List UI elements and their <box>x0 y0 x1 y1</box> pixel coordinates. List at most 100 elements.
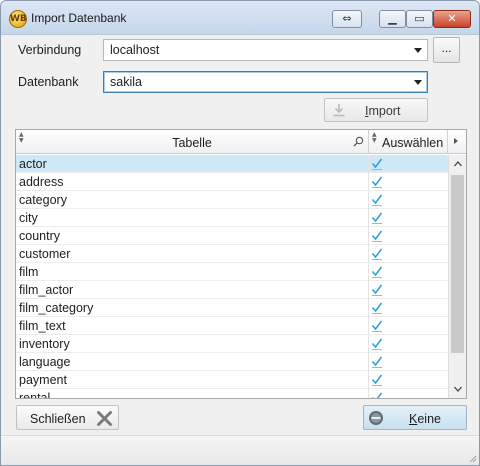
table-name-cell: film_category <box>19 301 94 315</box>
checkbox-check-icon[interactable] <box>371 373 383 386</box>
column-divider <box>368 173 369 191</box>
resize-grip-icon[interactable] <box>467 453 477 463</box>
column-divider <box>368 389 369 398</box>
table-row[interactable]: city <box>16 209 448 227</box>
column-divider <box>368 263 369 281</box>
select-none-label: Keine <box>409 412 441 426</box>
chevron-right-icon <box>454 138 458 144</box>
import-button-label: Import <box>365 104 401 118</box>
close-button[interactable]: Schließen <box>16 405 119 430</box>
column-divider <box>368 281 369 299</box>
connection-value: localhost <box>110 43 160 57</box>
table-row[interactable]: payment <box>16 371 448 389</box>
maximize-button[interactable]: ▭ <box>406 10 433 28</box>
database-select[interactable]: sakila <box>103 71 428 93</box>
table-name-cell: address <box>19 175 64 189</box>
title-bar[interactable]: WB Import Datenbank ⇔ ▁ ▭ ✕ <box>1 1 479 35</box>
close-icon <box>97 411 112 426</box>
column-header-table[interactable]: ▲ ▼ Tabelle <box>16 130 369 154</box>
column-divider <box>368 209 369 227</box>
column-header-select-label: Auswählen <box>382 136 444 150</box>
table-row[interactable]: inventory <box>16 335 448 353</box>
sync-window-button[interactable]: ⇔ <box>332 10 362 28</box>
sync-icon: ⇔ <box>342 12 352 25</box>
vertical-scrollbar[interactable] <box>448 155 466 398</box>
checkbox-check-icon[interactable] <box>371 265 383 278</box>
import-database-dialog: WB Import Datenbank ⇔ ▁ ▭ ✕ Verbindung l… <box>0 0 480 466</box>
database-label: Datenbank <box>18 75 79 89</box>
sort-icon: ▲ ▼ <box>372 131 377 144</box>
column-divider <box>368 353 369 371</box>
table-name-cell: film <box>19 265 39 279</box>
checkbox-check-icon[interactable] <box>371 211 383 224</box>
column-divider <box>368 335 369 353</box>
table-row[interactable]: country <box>16 227 448 245</box>
checkbox-check-icon[interactable] <box>371 247 383 260</box>
table-name-cell: actor <box>19 157 47 171</box>
table-row[interactable]: category <box>16 191 448 209</box>
table-name-cell: city <box>19 211 38 225</box>
table-row[interactable]: rental <box>16 389 448 399</box>
database-value: sakila <box>110 75 142 89</box>
column-divider <box>368 299 369 317</box>
chevron-down-icon <box>414 80 422 85</box>
column-header-select[interactable]: ▲ ▼ Auswählen <box>369 130 448 154</box>
table-row[interactable]: actor <box>16 155 448 173</box>
chevron-down-icon <box>414 48 422 53</box>
column-divider <box>368 245 369 263</box>
table-name-cell: country <box>19 229 60 243</box>
chevron-down-icon[interactable] <box>453 384 463 394</box>
select-none-button[interactable]: Keine <box>363 405 467 430</box>
column-header-table-label: Tabelle <box>172 136 212 150</box>
checkbox-check-icon[interactable] <box>371 175 383 188</box>
checkbox-check-icon[interactable] <box>371 283 383 296</box>
checkbox-check-icon[interactable] <box>371 157 383 170</box>
column-divider <box>368 317 369 335</box>
table-name-cell: customer <box>19 247 71 261</box>
download-icon <box>333 104 345 117</box>
deselect-all-icon <box>369 411 383 425</box>
checkbox-check-icon[interactable] <box>371 391 383 399</box>
checkbox-check-icon[interactable] <box>371 355 383 368</box>
table-row[interactable]: address <box>16 173 448 191</box>
column-divider <box>368 155 369 173</box>
minimize-icon: ▁ <box>388 12 397 25</box>
table-row[interactable]: film_text <box>16 317 448 335</box>
table-name-cell: language <box>19 355 71 369</box>
column-divider <box>368 191 369 209</box>
scrollbar-thumb[interactable] <box>451 175 464 353</box>
table-name-cell: rental <box>19 391 51 399</box>
table-name-cell: payment <box>19 373 67 387</box>
search-icon[interactable] <box>353 136 364 147</box>
column-divider <box>368 227 369 245</box>
chevron-up-icon[interactable] <box>453 159 463 169</box>
connection-select[interactable]: localhost <box>103 39 428 61</box>
tables-grid: ▲ ▼ Tabelle ▲ ▼ Auswählen actor address cate… <box>15 129 467 399</box>
table-name-cell: film_text <box>19 319 66 333</box>
close-icon: ✕ <box>447 12 457 25</box>
checkbox-check-icon[interactable] <box>371 337 383 350</box>
table-row[interactable]: customer <box>16 245 448 263</box>
import-button[interactable]: Import <box>324 98 428 122</box>
checkbox-check-icon[interactable] <box>371 301 383 314</box>
maximize-icon: ▭ <box>414 12 425 25</box>
table-row[interactable]: film_category <box>16 299 448 317</box>
checkbox-check-icon[interactable] <box>371 319 383 332</box>
table-name-cell: inventory <box>19 337 70 351</box>
table-row[interactable]: film_actor <box>16 281 448 299</box>
minimize-button[interactable]: ▁ <box>379 10 406 28</box>
table-row[interactable]: language <box>16 353 448 371</box>
table-name-cell: film_actor <box>19 283 74 297</box>
app-logo-icon: WB <box>9 10 27 28</box>
close-window-button[interactable]: ✕ <box>433 10 471 28</box>
column-divider <box>368 371 369 389</box>
checkbox-check-icon[interactable] <box>371 229 383 242</box>
close-button-label: Schließen <box>30 412 86 426</box>
table-name-cell: category <box>19 193 67 207</box>
window-title: Import Datenbank <box>31 11 127 25</box>
table-row[interactable]: film <box>16 263 448 281</box>
column-scroll-right-button[interactable] <box>448 130 466 154</box>
browse-connection-button[interactable]: ... <box>433 37 460 63</box>
checkbox-check-icon[interactable] <box>371 193 383 206</box>
grid-header: ▲ ▼ Tabelle ▲ ▼ Auswählen <box>16 130 466 154</box>
